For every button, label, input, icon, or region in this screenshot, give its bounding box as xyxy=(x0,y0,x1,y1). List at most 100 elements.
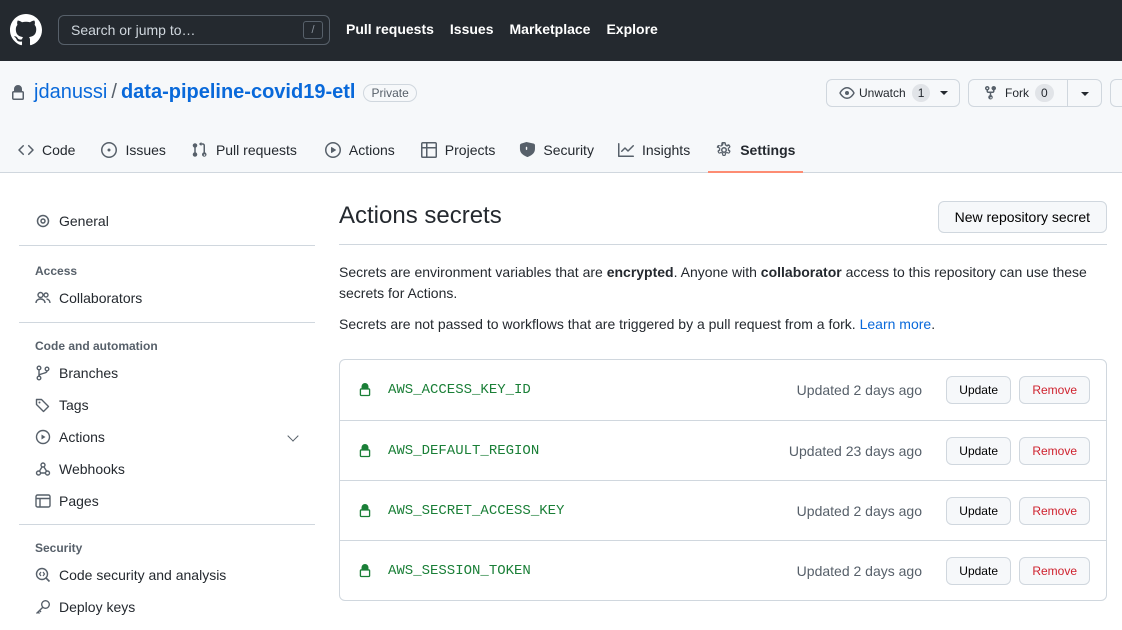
learn-more-link[interactable]: Learn more xyxy=(860,316,932,332)
browser-icon xyxy=(35,494,51,508)
fork-count: 0 xyxy=(1035,84,1054,102)
secret-name: AWS_ACCESS_KEY_ID xyxy=(388,382,531,398)
sidebar-section-security: Security xyxy=(35,541,83,555)
sidebar-item-deploy-keys[interactable]: Deploy keys xyxy=(19,591,315,623)
lock-icon xyxy=(359,383,371,397)
star-button-partial[interactable] xyxy=(1110,79,1122,107)
issue-icon xyxy=(101,142,118,158)
chevron-down-icon xyxy=(940,91,949,95)
sidebar-item-label: Deploy keys xyxy=(59,599,136,615)
sidebar-item-actions[interactable]: Actions xyxy=(19,421,315,453)
desc-text: . Anyone with xyxy=(673,264,761,280)
remove-secret-button[interactable]: Remove xyxy=(1019,376,1090,404)
remove-secret-button[interactable]: Remove xyxy=(1019,497,1090,525)
tab-projects-label: Projects xyxy=(444,142,496,158)
repo-title: jdanussi / data-pipeline-covid19-etl Pri… xyxy=(10,81,417,104)
repo-owner-link[interactable]: jdanussi xyxy=(34,81,107,104)
chevron-down-icon[interactable] xyxy=(1081,92,1089,96)
sidebar-item-tags[interactable]: Tags xyxy=(19,389,315,421)
search-input[interactable]: Search or jump to… / xyxy=(58,15,330,45)
codescan-icon xyxy=(35,567,51,583)
tab-pull-requests[interactable]: Pull requests xyxy=(176,128,307,172)
fork-notice: Secrets are not passed to workflows that… xyxy=(339,314,1107,335)
sidebar-item-pages[interactable]: Pages xyxy=(19,485,315,517)
sidebar-item-label: General xyxy=(59,213,109,229)
repo-path-separator: / xyxy=(111,81,117,103)
secrets-description: Secrets are environment variables that a… xyxy=(339,262,1107,304)
fork-button[interactable]: Fork 0 xyxy=(968,79,1102,107)
sidebar-item-label: Branches xyxy=(59,365,119,381)
tab-code[interactable]: Code xyxy=(0,128,85,172)
secret-updated-time: Updated 2 days ago xyxy=(796,503,922,519)
code-icon xyxy=(18,144,34,156)
desc-emphasis-collaborator: collaborator xyxy=(760,264,842,280)
update-secret-button[interactable]: Update xyxy=(946,557,1011,585)
secret-updated-time: Updated 2 days ago xyxy=(796,563,922,579)
search-shortcut-key: / xyxy=(303,21,323,39)
shield-icon xyxy=(520,142,536,158)
nav-explore[interactable]: Explore xyxy=(606,21,657,37)
title-divider xyxy=(339,244,1107,245)
remove-secret-button[interactable]: Remove xyxy=(1019,557,1090,585)
fork-label: Fork xyxy=(1005,86,1029,100)
tab-security[interactable]: Security xyxy=(505,128,604,172)
sidebar-item-label: Actions xyxy=(59,429,105,445)
github-logo-icon[interactable] xyxy=(10,14,42,46)
gear-icon xyxy=(716,142,731,156)
sidebar-item-collaborators[interactable]: Collaborators xyxy=(19,282,315,314)
graph-icon xyxy=(617,143,634,157)
tab-security-label: Security xyxy=(543,142,594,158)
chevron-down-icon[interactable] xyxy=(287,430,299,442)
fork-icon xyxy=(985,85,996,100)
pull-request-icon xyxy=(192,142,207,157)
lock-icon xyxy=(12,84,24,100)
tab-issues[interactable]: Issues xyxy=(85,128,175,172)
nav-marketplace[interactable]: Marketplace xyxy=(510,21,591,37)
lock-icon xyxy=(359,564,371,578)
tab-pull-requests-label: Pull requests xyxy=(215,142,297,158)
sidebar-item-label: Collaborators xyxy=(59,290,143,306)
sidebar-item-general[interactable]: General xyxy=(19,205,315,237)
sidebar-item-code-security[interactable]: Code security and analysis xyxy=(19,559,315,591)
tab-insights[interactable]: Insights xyxy=(604,128,700,172)
tab-issues-label: Issues xyxy=(125,142,166,158)
play-icon xyxy=(324,142,341,158)
sidebar-item-label: Code security and analysis xyxy=(59,567,227,583)
notice-text: Secrets are not passed to workflows that… xyxy=(339,316,860,332)
tab-projects[interactable]: Projects xyxy=(405,128,506,172)
desc-emphasis-encrypted: encrypted xyxy=(606,264,674,280)
fork-split-divider xyxy=(1067,80,1068,106)
secret-name: AWS_DEFAULT_REGION xyxy=(388,443,540,459)
key-icon xyxy=(36,600,50,614)
secret-row: AWS_ACCESS_KEY_ID Updated 2 days ago Upd… xyxy=(340,360,1106,420)
tab-code-label: Code xyxy=(42,142,76,158)
eye-icon xyxy=(839,87,855,99)
unwatch-label: Unwatch xyxy=(859,86,906,100)
new-repository-secret-button[interactable]: New repository secret xyxy=(937,201,1107,233)
sidebar-section-automation: Code and automation xyxy=(35,339,158,353)
update-secret-button[interactable]: Update xyxy=(946,376,1011,404)
sidebar-section-access: Access xyxy=(35,264,78,278)
lock-icon xyxy=(359,504,371,518)
sidebar-item-label: Webhooks xyxy=(59,461,125,477)
tab-actions-label: Actions xyxy=(348,142,395,158)
settings-sidebar: General Access Collaborators Code and au… xyxy=(19,200,315,623)
nav-issues[interactable]: Issues xyxy=(450,21,494,37)
sidebar-item-webhooks[interactable]: Webhooks xyxy=(19,453,315,485)
tag-icon xyxy=(35,398,50,413)
nav-pull-requests[interactable]: Pull requests xyxy=(346,21,434,37)
repo-name-link[interactable]: data-pipeline-covid19-etl xyxy=(121,81,356,104)
secret-row: AWS_SECRET_ACCESS_KEY Updated 2 days ago… xyxy=(340,480,1106,540)
secrets-list: AWS_ACCESS_KEY_ID Updated 2 days ago Upd… xyxy=(339,359,1107,601)
desc-text: Secrets are environment variables that a… xyxy=(339,264,607,280)
tab-settings[interactable]: Settings xyxy=(708,128,804,173)
sidebar-item-branches[interactable]: Branches xyxy=(19,357,315,389)
unwatch-button[interactable]: Unwatch 1 xyxy=(826,79,960,107)
tab-actions[interactable]: Actions xyxy=(307,128,405,172)
update-secret-button[interactable]: Update xyxy=(946,497,1011,525)
sidebar-item-label: Pages xyxy=(59,493,99,509)
webhook-icon xyxy=(35,462,51,476)
remove-secret-button[interactable]: Remove xyxy=(1019,437,1090,465)
global-header: Search or jump to… / Pull requests Issue… xyxy=(0,0,1122,61)
update-secret-button[interactable]: Update xyxy=(946,437,1011,465)
